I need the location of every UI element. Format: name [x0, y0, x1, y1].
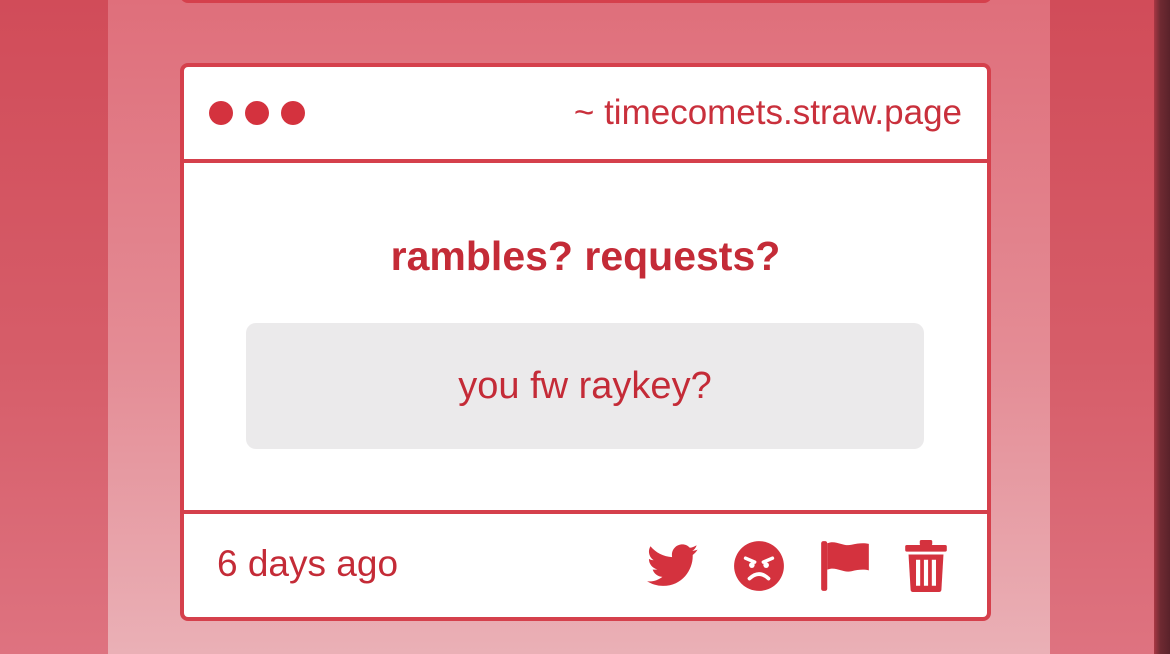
flag-icon — [821, 541, 869, 591]
report-angry-button[interactable] — [733, 540, 785, 592]
previous-card — [180, 0, 992, 3]
window-dots — [209, 101, 305, 125]
angry-face-icon — [734, 541, 784, 591]
message-text: you fw raykey? — [458, 364, 712, 407]
window-dot-icon — [281, 101, 305, 125]
message-box: you fw raykey? — [246, 323, 924, 449]
question-prompt: rambles? requests? — [390, 233, 781, 279]
action-bar — [647, 539, 947, 593]
twitter-share-button[interactable] — [647, 544, 699, 588]
card-header: ~ timecomets.straw.page — [184, 67, 987, 163]
right-background-panel — [1050, 0, 1154, 654]
left-background-panel — [0, 0, 108, 654]
card-footer: 6 days ago — [184, 510, 987, 617]
profile-url[interactable]: ~ timecomets.straw.page — [574, 93, 962, 133]
timestamp: 6 days ago — [217, 543, 399, 584]
delete-button[interactable] — [905, 540, 947, 592]
flag-button[interactable] — [819, 540, 871, 592]
window-dot-icon — [209, 101, 233, 125]
trash-icon — [905, 540, 947, 592]
scrollbar-edge[interactable] — [1154, 0, 1170, 654]
question-card: ~ timecomets.straw.page rambles? request… — [180, 63, 991, 621]
twitter-bird-icon — [647, 544, 699, 586]
window-dot-icon — [245, 101, 269, 125]
